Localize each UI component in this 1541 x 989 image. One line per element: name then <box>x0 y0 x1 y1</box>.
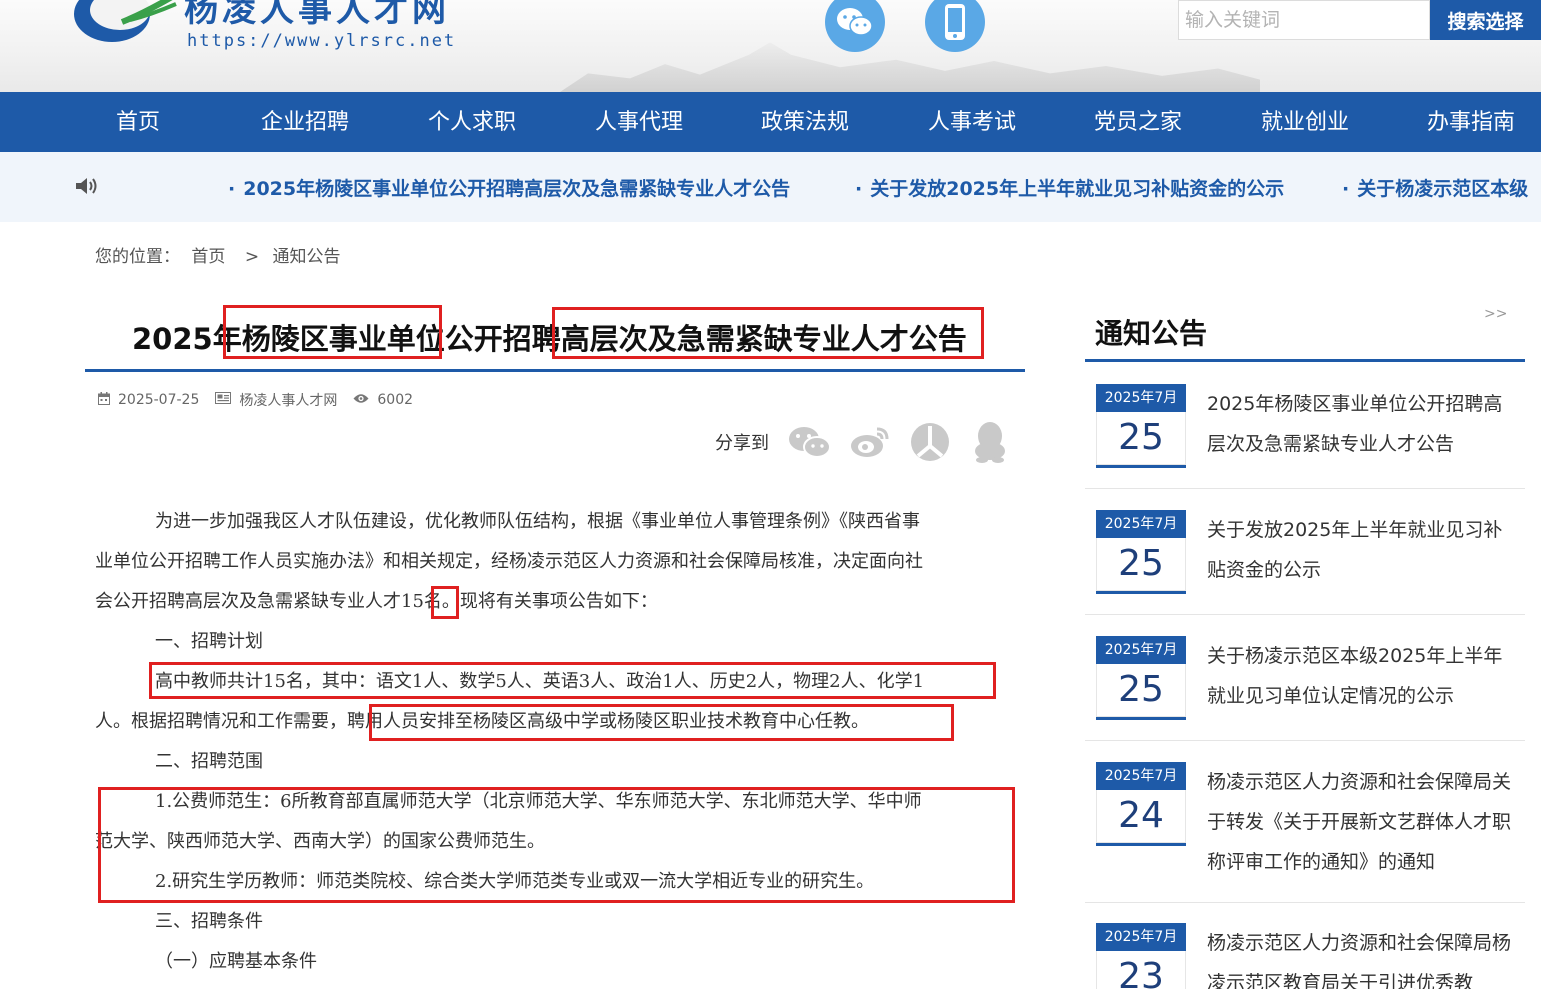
notice-divider <box>1085 614 1525 615</box>
section-heading: 三、招聘条件 <box>155 911 263 932</box>
notice-day: 24 <box>1118 795 1164 836</box>
breadcrumb: 您的位置： 首页 > 通知公告 <box>95 242 346 267</box>
notice-month: 2025年7月 <box>1096 384 1186 412</box>
ticker-link[interactable]: · 2025年杨陵区事业单位公开招聘高层次及急需紧缺专业人才公告 <box>228 174 790 201</box>
nav-item-personnel-agency[interactable]: 人事代理 <box>559 92 719 152</box>
ticker-link-text: 关于杨凌示范区本级 <box>1357 178 1529 200</box>
qzone-share-icon[interactable] <box>907 420 953 464</box>
notice-title[interactable]: 2025年杨陵区事业单位公开招聘高层次及急需紧缺专业人才公告 <box>1207 384 1519 464</box>
notice-day: 23 <box>1118 956 1164 989</box>
highlight-box <box>98 787 1015 903</box>
notice-date: 2025年7月 25 <box>1096 636 1186 720</box>
share-bar: 分享到 <box>715 420 1027 464</box>
notice-month: 2025年7月 <box>1096 510 1186 538</box>
body-line: 会公开招聘高层次及急需紧缺专业人才15名。现将有关事项公告如下： <box>95 591 658 612</box>
notice-divider <box>1085 902 1525 903</box>
nav-item-company-recruit[interactable]: 企业招聘 <box>225 92 385 152</box>
notice-day: 25 <box>1118 417 1164 458</box>
nav-item-party-home[interactable]: 党员之家 <box>1058 92 1218 152</box>
article-views: 6002 <box>377 392 414 408</box>
article-date: 2025-07-25 <box>118 392 200 408</box>
newspaper-icon <box>215 392 232 408</box>
notice-month: 2025年7月 <box>1096 923 1186 951</box>
notice-item[interactable]: 2025年7月 24 杨凌示范区人力资源和社会保障局关于转发《关于开展新文艺群体… <box>1085 762 1525 902</box>
notice-title[interactable]: 杨凌示范区人力资源和社会保障局关于转发《关于开展新文艺群体人才职称评审工作的通知… <box>1207 762 1519 882</box>
article-body: 为进一步加强我区人才队伍建设，优化教师队伍结构，根据《事业单位人事管理条例》《陕… <box>95 502 1025 982</box>
notice-month: 2025年7月 <box>1096 762 1186 790</box>
highlight-box <box>552 307 984 359</box>
nav-item-employment[interactable]: 就业创业 <box>1225 92 1385 152</box>
notice-date: 2025年7月 25 <box>1096 510 1186 594</box>
nav-item-policy[interactable]: 政策法规 <box>725 92 885 152</box>
calendar-icon <box>98 391 110 409</box>
notice-title[interactable]: 关于杨凌示范区本级2025年上半年就业见习单位认定情况的公示 <box>1207 636 1519 716</box>
highlight-box <box>149 662 996 699</box>
notice-item[interactable]: 2025年7月 25 关于发放2025年上半年就业见习补贴资金的公示 <box>1085 510 1525 610</box>
ticker-link[interactable]: · 关于杨凌示范区本级 <box>1342 174 1528 201</box>
speaker-icon <box>74 176 100 200</box>
qq-share-icon[interactable] <box>967 420 1013 464</box>
notice-date: 2025年7月 23 <box>1096 923 1186 989</box>
notice-day: 25 <box>1118 543 1164 584</box>
mobile-icon[interactable] <box>925 0 985 52</box>
sidebar-title: 通知公告 <box>1095 317 1208 350</box>
nav-item-guide[interactable]: 办事指南 <box>1391 92 1541 152</box>
nav-item-exams[interactable]: 人事考试 <box>892 92 1052 152</box>
site-url: https://www.ylrsrc.net <box>187 31 457 51</box>
notice-date: 2025年7月 25 <box>1096 384 1186 468</box>
notice-month: 2025年7月 <box>1096 636 1186 664</box>
sub-heading: （一）应聘基本条件 <box>155 951 317 972</box>
highlight-box <box>223 305 442 359</box>
ticker-link[interactable]: · 关于发放2025年上半年就业见习补贴资金的公示 <box>855 174 1284 201</box>
highlight-box <box>369 704 954 741</box>
breadcrumb-home-link[interactable]: 首页 <box>191 247 225 267</box>
section-heading: 二、招聘范围 <box>155 751 263 772</box>
eye-icon <box>353 392 369 408</box>
notice-day: 25 <box>1118 669 1164 710</box>
main-nav: 首页 企业招聘 个人求职 人事代理 政策法规 人事考试 党员之家 就业创业 办事… <box>0 92 1541 152</box>
nav-item-job-seeking[interactable]: 个人求职 <box>392 92 552 152</box>
article-source: 杨凌人事人才网 <box>239 393 338 409</box>
notice-item[interactable]: 2025年7月 25 关于杨凌示范区本级2025年上半年就业见习单位认定情况的公… <box>1085 636 1525 736</box>
site-name[interactable]: 杨凌人事人才网 <box>184 0 450 31</box>
section-heading: 一、招聘计划 <box>155 631 263 652</box>
ticker-link-text: 2025年杨陵区事业单位公开招聘高层次及急需紧缺专业人才公告 <box>243 178 791 200</box>
notice-item[interactable]: 2025年7月 23 杨凌示范区人力资源和社会保障局杨凌示范区教育局关于引进优秀… <box>1085 923 1525 989</box>
nav-item-home[interactable]: 首页 <box>58 92 218 152</box>
search-input[interactable] <box>1178 0 1430 40</box>
wechat-share-icon[interactable] <box>787 420 833 464</box>
sidebar-divider <box>1085 359 1525 362</box>
notice-date: 2025年7月 24 <box>1096 762 1186 846</box>
breadcrumb-current[interactable]: 通知公告 <box>272 247 340 267</box>
notice-divider <box>1085 488 1525 489</box>
weibo-share-icon[interactable] <box>847 420 893 464</box>
header-skyline-decoration <box>560 42 1260 92</box>
notice-item[interactable]: 2025年7月 25 2025年杨陵区事业单位公开招聘高层次及急需紧缺专业人才公… <box>1085 384 1525 484</box>
sidebar-more-link[interactable]: >> <box>1484 306 1507 322</box>
wechat-icon[interactable] <box>825 0 885 52</box>
notice-divider <box>1085 740 1525 741</box>
site-header: 杨凌人事人才网 https://www.ylrsrc.net 搜索选择 <box>0 0 1541 92</box>
search-button[interactable]: 搜索选择 <box>1430 0 1541 40</box>
body-line: 为进一步加强我区人才队伍建设，优化教师队伍结构，根据《事业单位人事管理条例》《陕… <box>155 511 920 532</box>
article-meta: 2025-07-25 杨凌人事人才网 6002 <box>98 390 429 410</box>
title-divider <box>85 369 1025 372</box>
breadcrumb-label: 您的位置： <box>95 247 180 267</box>
share-label: 分享到 <box>715 433 769 454</box>
notice-title[interactable]: 杨凌示范区人力资源和社会保障局杨凌示范区教育局关于引进优秀教 <box>1207 923 1519 989</box>
highlight-box <box>431 586 459 619</box>
site-logo-icon[interactable] <box>72 0 182 46</box>
notice-title[interactable]: 关于发放2025年上半年就业见习补贴资金的公示 <box>1207 510 1519 590</box>
news-ticker: · 2025年杨陵区事业单位公开招聘高层次及急需紧缺专业人才公告 · 关于发放202… <box>0 152 1541 222</box>
breadcrumb-separator: > <box>244 247 260 267</box>
body-line: 业单位公开招聘工作人员实施办法》和相关规定，经杨凌示范区人力资源和社会保障局核准… <box>95 551 923 572</box>
ticker-link-text: 关于发放2025年上半年就业见习补贴资金的公示 <box>870 178 1285 200</box>
